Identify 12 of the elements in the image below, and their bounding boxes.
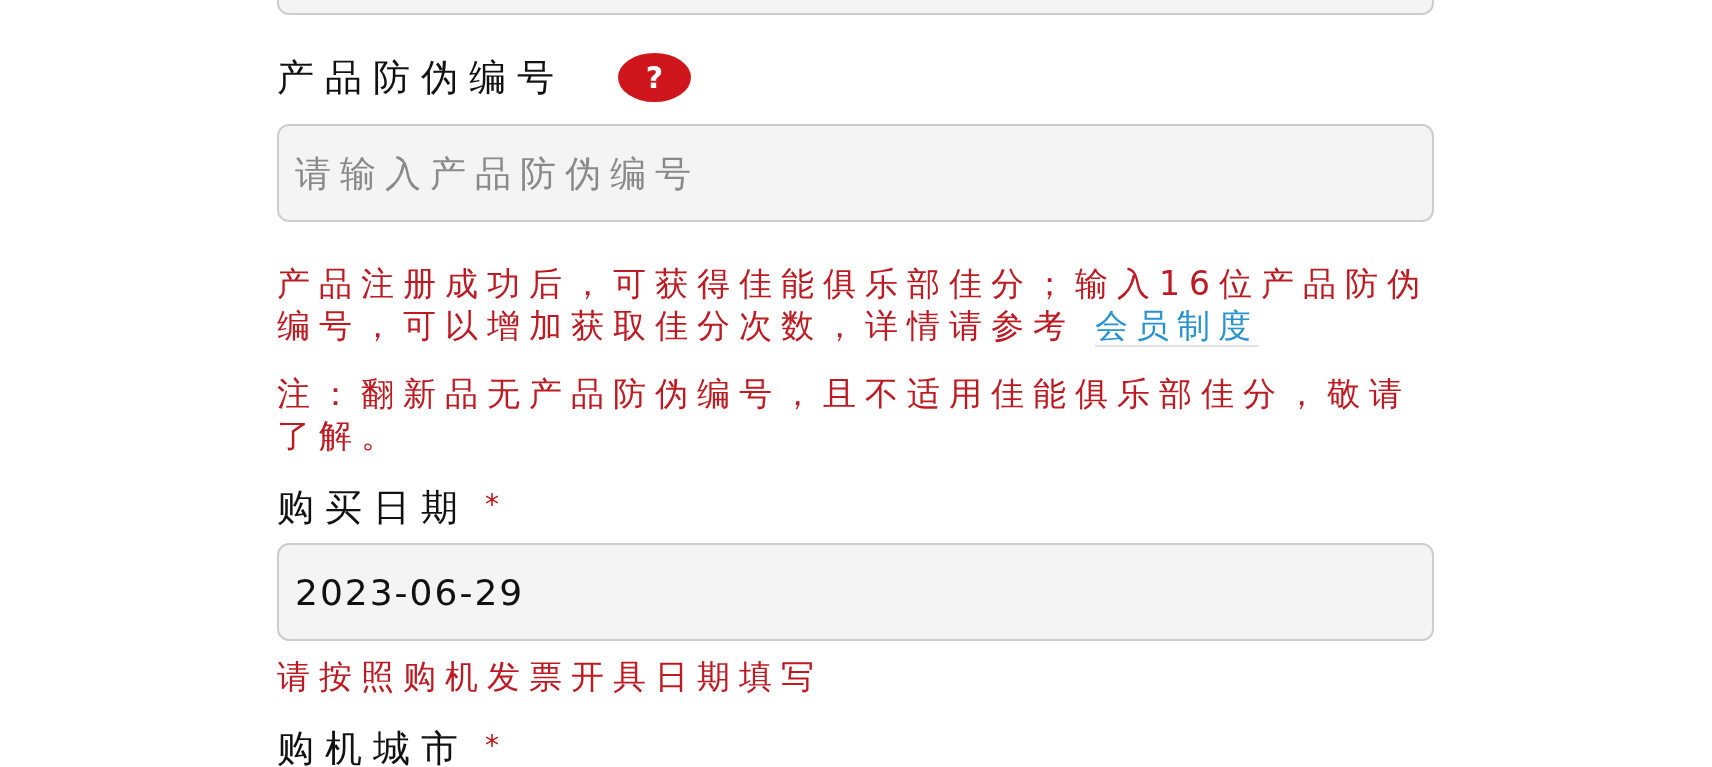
field-label: 产品防伪编号 bbox=[277, 57, 565, 98]
help-button[interactable]: ? bbox=[618, 53, 691, 102]
required-asterisk: * bbox=[485, 733, 499, 759]
hint-text: 产品注册成功后，可获得佳能俱乐部佳分；输入16位产品防伪编号，可以增加获取佳分次数，详情请参考 会员制度 bbox=[277, 263, 1430, 347]
hint-text: 注：翻新品无产品防伪编号，且不适用佳能俱乐部佳分，敬请了解。 bbox=[277, 373, 1412, 457]
field-label: 购机城市 bbox=[277, 729, 469, 767]
info-link[interactable]: 会员制度 bbox=[1094, 306, 1259, 347]
input-field[interactable]: 请输入产品防伪编号 bbox=[277, 124, 1434, 222]
field-label: 购买日期 bbox=[277, 488, 469, 528]
required-asterisk: * bbox=[485, 492, 499, 518]
input-field[interactable]: 2023-06-29 bbox=[277, 543, 1434, 641]
hint-text: 请按照购机发票开具日期填写 bbox=[277, 656, 824, 698]
